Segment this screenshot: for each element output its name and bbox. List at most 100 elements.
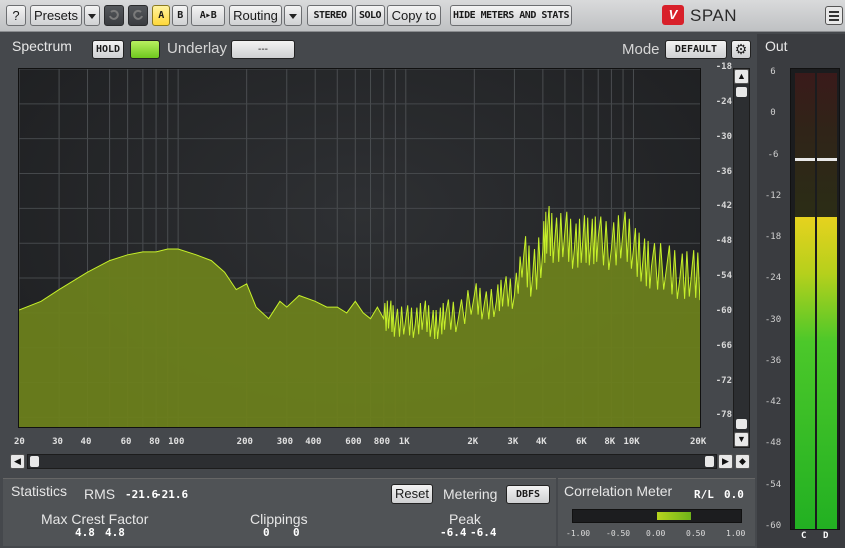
- rms-right-value: -21.6: [155, 488, 189, 501]
- rl-label: R/L: [694, 488, 714, 501]
- frequency-tick-label: 400: [305, 437, 322, 447]
- frequency-tick-label: 200: [236, 437, 253, 447]
- output-meter-background: [795, 73, 815, 218]
- frequency-tick-label: 30: [52, 437, 63, 447]
- stereo-button[interactable]: STEREO: [307, 5, 353, 26]
- crest-left-value: 4.8: [75, 526, 95, 539]
- mode-select[interactable]: DEFAULT: [665, 40, 727, 59]
- crest-factor-label: Max Crest Factor: [41, 511, 149, 527]
- spectrum-area: [19, 206, 700, 427]
- hold-toggle[interactable]: [130, 40, 160, 59]
- hide-meters-button[interactable]: HIDE METERS AND STATS: [450, 5, 572, 26]
- menu-icon-line: [829, 19, 839, 21]
- db-tick-label: -54: [715, 271, 732, 282]
- preset-b-button[interactable]: B: [172, 5, 188, 26]
- copy-a-to-b-button[interactable]: A▸B: [191, 5, 225, 26]
- db-tick-label: -24: [715, 96, 732, 107]
- clippings-right-value: 0: [293, 526, 300, 539]
- correlation-panel: Correlation Meter R/L 0.0 -1.00 -0.50 0.00…: [558, 478, 755, 546]
- preset-a-button[interactable]: A: [152, 5, 170, 26]
- solo-button[interactable]: SOLO: [355, 5, 385, 26]
- horizontal-scroll-thumb-left[interactable]: [30, 456, 39, 467]
- frequency-tick-label: 80: [149, 437, 160, 447]
- output-tick-label: 6: [770, 67, 776, 77]
- spectrum-chart: [19, 69, 700, 427]
- span-plugin-window: ? Presets A B A▸B Routing STEREO SOLO Co…: [0, 0, 845, 548]
- db-tick-label: -60: [715, 305, 732, 316]
- menu-icon-line: [829, 15, 839, 17]
- correlation-bar: [657, 512, 691, 520]
- copy-to-button[interactable]: Copy to: [387, 5, 441, 26]
- db-tick-label: -72: [715, 375, 732, 386]
- routing-button[interactable]: Routing: [229, 5, 282, 26]
- gear-icon: ⚙: [734, 41, 748, 57]
- frequency-tick-label: 100: [168, 437, 185, 447]
- scroll-left-button[interactable]: ◀: [10, 454, 25, 469]
- output-tick-label: -12: [764, 190, 782, 201]
- menu-button[interactable]: [825, 6, 843, 25]
- output-meter-left-fill: [795, 217, 815, 529]
- output-tick-label: -24: [764, 273, 782, 284]
- output-tick-label: -36: [764, 355, 782, 366]
- horizontal-scroll-track[interactable]: [27, 454, 717, 469]
- frequency-tick-label: 3K: [507, 437, 519, 447]
- vertical-scroll-thumb-bottom[interactable]: [736, 419, 747, 429]
- redo-icon: [133, 9, 143, 20]
- hold-button[interactable]: HOLD: [92, 40, 124, 59]
- underlay-label: Underlay: [167, 40, 228, 57]
- correlation-tick-label: 0.00: [646, 529, 666, 538]
- horizontal-scrollbar[interactable]: ◀ ▶ ◆: [10, 453, 752, 470]
- output-meter-right-fill: [817, 217, 837, 529]
- redo-button[interactable]: [128, 5, 148, 26]
- output-peak-marker: [795, 158, 815, 162]
- frequency-tick-label: 10K: [623, 437, 640, 447]
- peak-right-value: -6.4: [470, 526, 497, 539]
- horizontal-scroll-thumb-right[interactable]: [705, 456, 714, 467]
- scroll-down-button[interactable]: ▼: [734, 432, 749, 447]
- app-name: SPAN: [690, 6, 738, 25]
- undo-button[interactable]: [104, 5, 124, 26]
- frequency-tick-label: 2K: [467, 437, 479, 447]
- scroll-right-button[interactable]: ▶: [718, 454, 733, 469]
- output-tick-label: -30: [764, 314, 782, 325]
- vertical-scroll-thumb-top[interactable]: [736, 87, 747, 97]
- db-tick-label: -42: [715, 201, 732, 212]
- crest-right-value: 4.8: [105, 526, 125, 539]
- routing-dropdown-button[interactable]: [284, 5, 302, 26]
- db-tick-label: -66: [715, 340, 732, 351]
- clippings-label: Clippings: [250, 511, 308, 527]
- metering-select[interactable]: DBFS: [506, 485, 550, 504]
- db-tick-label: -30: [715, 131, 732, 142]
- scroll-up-button[interactable]: ▲: [734, 69, 749, 84]
- toolbar: ? Presets A B A▸B Routing STEREO SOLO Co…: [0, 0, 845, 32]
- presets-dropdown-button[interactable]: [84, 5, 100, 26]
- output-tick-label: -18: [764, 232, 782, 243]
- output-tick-label: -48: [764, 438, 782, 449]
- output-tick-label: -42: [764, 397, 782, 408]
- correlation-tick-label: 1.00: [726, 529, 746, 538]
- clippings-left-value: 0: [263, 526, 270, 539]
- db-scale: -18 -24 -30 -36 -42 -48 -54 -60 -66 -72 -78: [704, 62, 732, 436]
- help-button[interactable]: ?: [6, 5, 26, 26]
- db-tick-label: -78: [715, 410, 732, 421]
- frequency-tick-label: 1K: [398, 437, 410, 447]
- correlation-tick-label: -1.00: [566, 529, 591, 538]
- zoom-reset-button[interactable]: ◆: [735, 454, 750, 469]
- spectrum-plot[interactable]: [18, 68, 701, 428]
- presets-button[interactable]: Presets: [30, 5, 82, 26]
- output-channel-left-label: C: [801, 531, 807, 541]
- frequency-tick-label: 60: [120, 437, 132, 447]
- vertical-scrollbar[interactable]: ▲ ▼: [733, 68, 750, 448]
- undo-icon: [109, 9, 119, 20]
- reset-button[interactable]: Reset: [391, 484, 433, 504]
- rms-label: RMS: [84, 486, 116, 502]
- output-title: Out: [765, 38, 788, 54]
- frequency-tick-label: 800: [373, 437, 390, 447]
- frequency-tick-label: 6K: [575, 437, 587, 447]
- correlation-meter: [572, 509, 742, 523]
- underlay-select[interactable]: ---: [231, 40, 295, 59]
- settings-button[interactable]: ⚙: [731, 40, 751, 59]
- db-tick-label: -36: [715, 166, 732, 177]
- output-meter-background: [817, 73, 837, 218]
- frequency-tick-label: 8K: [604, 437, 616, 447]
